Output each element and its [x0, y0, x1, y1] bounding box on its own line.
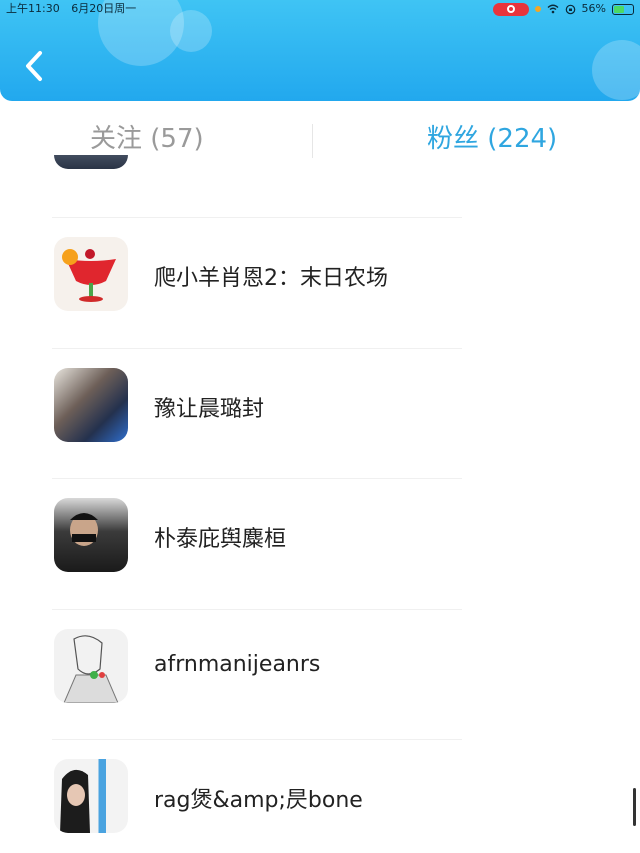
- status-date: 6月20日周一: [71, 2, 137, 15]
- tab-following[interactable]: 关注 (57): [90, 121, 204, 157]
- fan-name: 朴泰庇舆麋桓: [154, 527, 287, 552]
- fan-name: 豫让晨璐封: [154, 397, 265, 422]
- fan-name: rag煲&amp;昃bone: [154, 788, 363, 813]
- mic-indicator-icon: [534, 6, 541, 12]
- rotation-lock-icon: [565, 4, 575, 14]
- list-item[interactable]: rag煲&amp;昃bone: [0, 740, 640, 853]
- list-item[interactable]: 爬小羊肖恩2：末日农场: [0, 218, 640, 348]
- header: 上午11:30 6月20日周一 56%: [0, 0, 640, 101]
- tab-divider: [312, 124, 313, 158]
- chevron-left-icon: [26, 51, 42, 81]
- tab-bar: 关注 (57) 粉丝 (224): [0, 101, 640, 158]
- avatar: [54, 368, 128, 442]
- list-item[interactable]: afrnmanijeanrs: [0, 610, 640, 740]
- fans-list[interactable]: 爬小羊肖恩2：末日农场 豫让晨璐封 朴泰庇舆麋桓 afrnmanijeanrs: [0, 150, 640, 853]
- decor-bubble: [592, 40, 640, 100]
- status-time: 上午11:30: [6, 2, 60, 15]
- avatar: [54, 498, 128, 572]
- avatar: [54, 759, 128, 833]
- fan-name: 爬小羊肖恩2：末日农场: [154, 266, 388, 291]
- fan-name: afrnmanijeanrs: [154, 652, 321, 677]
- list-item[interactable]: 豫让晨璐封: [0, 349, 640, 479]
- battery-percent: 56%: [581, 2, 606, 15]
- list-item[interactable]: [0, 150, 640, 225]
- wifi-icon: [547, 4, 559, 14]
- back-button[interactable]: [18, 46, 50, 86]
- status-bar: 上午11:30 6月20日周一 56%: [0, 0, 640, 18]
- avatar: [54, 629, 128, 703]
- avatar: [54, 237, 128, 311]
- scrollbar[interactable]: [633, 788, 636, 826]
- screen-record-icon: [492, 2, 529, 16]
- battery-icon: [612, 3, 634, 15]
- tab-fans[interactable]: 粉丝 (224): [427, 121, 557, 157]
- list-item[interactable]: 朴泰庇舆麋桓: [0, 479, 640, 609]
